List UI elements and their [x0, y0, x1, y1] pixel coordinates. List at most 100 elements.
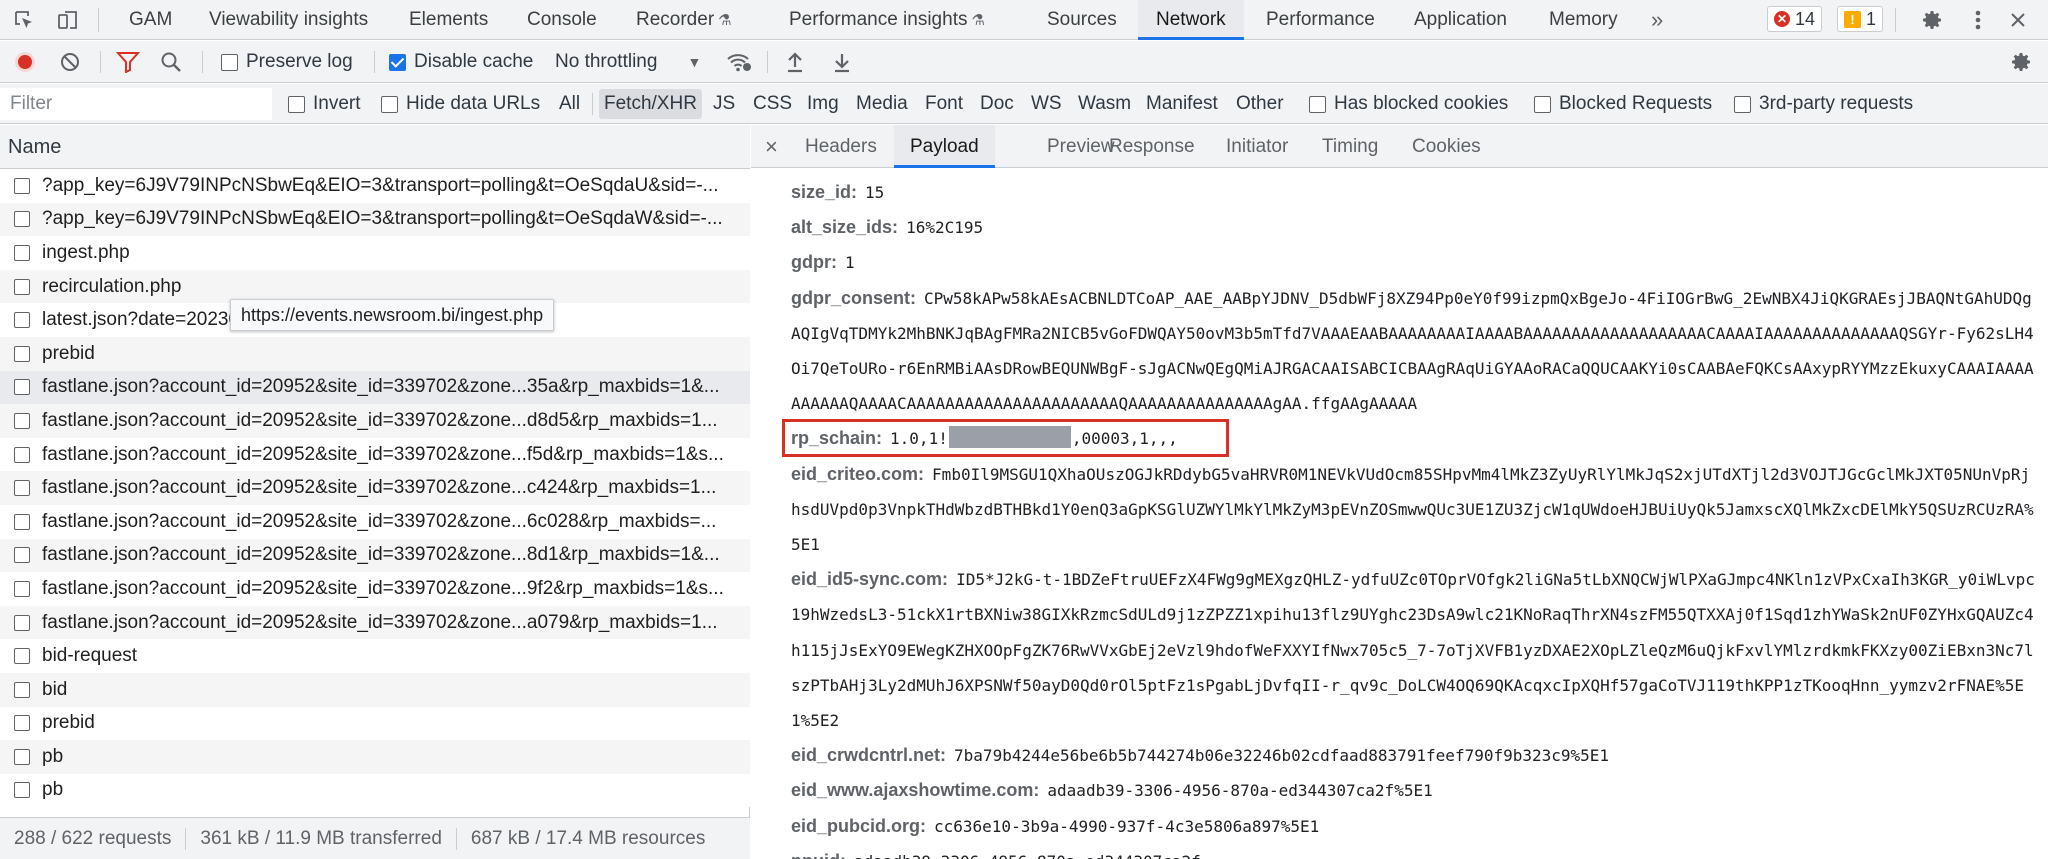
checkbox[interactable] — [1534, 95, 1551, 113]
type-filter-wasm[interactable]: Wasm — [1078, 84, 1131, 124]
tab-initiator[interactable]: Initiator — [1226, 125, 1288, 168]
row-checkbox[interactable] — [14, 513, 30, 530]
request-row[interactable]: fastlane.json?account_id=20952&site_id=3… — [0, 572, 750, 606]
row-checkbox[interactable] — [14, 211, 30, 228]
request-row[interactable]: fastlane.json?account_id=20952&site_id=3… — [0, 370, 750, 405]
tab-elements[interactable]: Elements — [409, 0, 488, 40]
row-checkbox[interactable] — [14, 648, 30, 665]
type-filter-js[interactable]: JS — [713, 84, 735, 124]
row-checkbox[interactable] — [14, 244, 30, 261]
has-blocked-cookies-checkbox[interactable]: Has blocked cookies — [1309, 84, 1508, 124]
request-row[interactable]: pb — [0, 773, 750, 808]
third-party-requests-checkbox[interactable]: 3rd-party requests — [1734, 84, 1913, 124]
type-filter-media[interactable]: Media — [856, 84, 908, 124]
request-row[interactable]: fastlane.json?account_id=20952&site_id=3… — [0, 437, 750, 472]
checkbox[interactable] — [381, 95, 398, 113]
row-checkbox[interactable] — [14, 614, 30, 631]
request-row[interactable]: pb — [0, 740, 750, 774]
close-detail-icon[interactable]: × — [765, 125, 778, 168]
row-checkbox[interactable] — [14, 345, 30, 362]
row-checkbox[interactable] — [14, 715, 30, 732]
row-checkbox[interactable] — [14, 278, 30, 295]
import-har-icon[interactable] — [785, 41, 805, 83]
warnings-badge[interactable]: ! 1 — [1837, 6, 1884, 32]
settings-gear-icon[interactable] — [1918, 6, 1946, 34]
type-filter-doc[interactable]: Doc — [980, 84, 1014, 124]
tab-performance[interactable]: Performance — [1266, 0, 1375, 40]
tab-preview[interactable]: Preview — [1047, 125, 1115, 168]
row-checkbox[interactable] — [14, 480, 30, 497]
type-filter-img[interactable]: Img — [807, 84, 839, 124]
tab-console[interactable]: Console — [527, 0, 597, 40]
type-filter-other[interactable]: Other — [1236, 84, 1284, 124]
type-filter-ws[interactable]: WS — [1031, 84, 1062, 124]
request-row[interactable]: prebid — [0, 706, 750, 741]
record-button[interactable] — [13, 41, 37, 83]
tab-sources[interactable]: Sources — [1047, 0, 1117, 40]
filter-icon[interactable] — [116, 41, 140, 83]
clear-button[interactable] — [59, 41, 81, 83]
request-row[interactable]: fastlane.json?account_id=20952&site_id=3… — [0, 538, 750, 573]
checkbox[interactable] — [288, 95, 305, 113]
tab-gam[interactable]: GAM — [129, 0, 172, 40]
request-row[interactable]: fastlane.json?account_id=20952&site_id=3… — [0, 404, 750, 438]
filter-input[interactable] — [0, 88, 272, 120]
row-checkbox[interactable] — [14, 379, 30, 396]
request-row[interactable]: prebid — [0, 336, 750, 371]
row-checkbox[interactable] — [14, 446, 30, 463]
device-toolbar-icon[interactable] — [54, 6, 82, 34]
tab-memory[interactable]: Memory — [1549, 0, 1618, 40]
checkbox[interactable] — [221, 53, 238, 71]
throttling-select[interactable]: No throttling ▼ — [555, 41, 701, 83]
request-row[interactable]: fastlane.json?account_id=20952&site_id=3… — [0, 471, 750, 505]
request-row[interactable]: fastlane.json?account_id=20952&site_id=3… — [0, 504, 750, 539]
row-checkbox[interactable] — [14, 580, 30, 597]
checkbox-checked[interactable] — [389, 53, 406, 71]
tab-network[interactable]: Network — [1138, 0, 1244, 40]
request-row[interactable]: bid-request — [0, 639, 750, 673]
search-icon[interactable] — [160, 41, 182, 83]
tab-response[interactable]: Response — [1109, 125, 1195, 168]
type-filter-css[interactable]: CSS — [753, 84, 792, 124]
tab-performance-insights[interactable]: Performance insights ⚗ — [789, 0, 985, 40]
inspect-element-icon[interactable] — [10, 6, 38, 34]
type-filter-all[interactable]: All — [559, 84, 580, 124]
row-checkbox[interactable] — [14, 412, 30, 429]
type-filter-manifest[interactable]: Manifest — [1146, 84, 1218, 124]
tab-cookies[interactable]: Cookies — [1412, 125, 1481, 168]
row-checkbox[interactable] — [14, 547, 30, 564]
export-har-icon[interactable] — [832, 41, 852, 83]
more-tabs-icon[interactable]: » — [1651, 0, 1663, 40]
hide-data-urls-checkbox[interactable]: Hide data URLs — [381, 84, 540, 124]
network-conditions-icon[interactable] — [726, 41, 752, 83]
checkbox[interactable] — [1734, 95, 1751, 113]
row-checkbox[interactable] — [14, 748, 30, 765]
tab-timing[interactable]: Timing — [1322, 125, 1378, 168]
tab-application[interactable]: Application — [1414, 0, 1507, 40]
type-filter-font[interactable]: Font — [925, 84, 963, 124]
errors-badge[interactable]: ✕ 14 — [1767, 6, 1823, 32]
network-settings-gear-icon[interactable] — [2009, 41, 2033, 83]
close-devtools-icon[interactable] — [2004, 6, 2032, 34]
tab-payload[interactable]: Payload — [894, 125, 995, 168]
request-row[interactable]: bid — [0, 672, 750, 707]
request-row[interactable]: ingest.php — [0, 236, 750, 270]
row-checkbox[interactable] — [14, 177, 30, 194]
row-checkbox[interactable] — [14, 312, 30, 329]
row-checkbox[interactable] — [14, 782, 30, 799]
type-filter-fetch-xhr[interactable]: Fetch/XHR — [599, 89, 702, 119]
preserve-log-checkbox[interactable]: Preserve log — [221, 41, 353, 83]
request-row[interactable]: ?app_key=6J9V79INPcNSbwEq&EIO=3&transpor… — [0, 202, 750, 237]
blocked-requests-checkbox[interactable]: Blocked Requests — [1534, 84, 1712, 124]
request-row[interactable]: ?app_key=6J9V79INPcNSbwEq&EIO=3&transpor… — [0, 169, 750, 203]
row-checkbox[interactable] — [14, 681, 30, 698]
tab-viewability-insights[interactable]: Viewability insights — [209, 0, 368, 40]
more-options-icon[interactable] — [1964, 6, 1992, 34]
request-row[interactable]: fastlane.json?account_id=20952&site_id=3… — [0, 605, 750, 640]
checkbox[interactable] — [1309, 95, 1326, 113]
name-column-header[interactable]: Name — [0, 125, 750, 169]
disable-cache-checkbox[interactable]: Disable cache — [389, 41, 533, 83]
tab-recorder[interactable]: Recorder ⚗ — [636, 0, 732, 40]
tab-headers[interactable]: Headers — [805, 125, 877, 168]
invert-checkbox[interactable]: Invert — [288, 84, 361, 124]
